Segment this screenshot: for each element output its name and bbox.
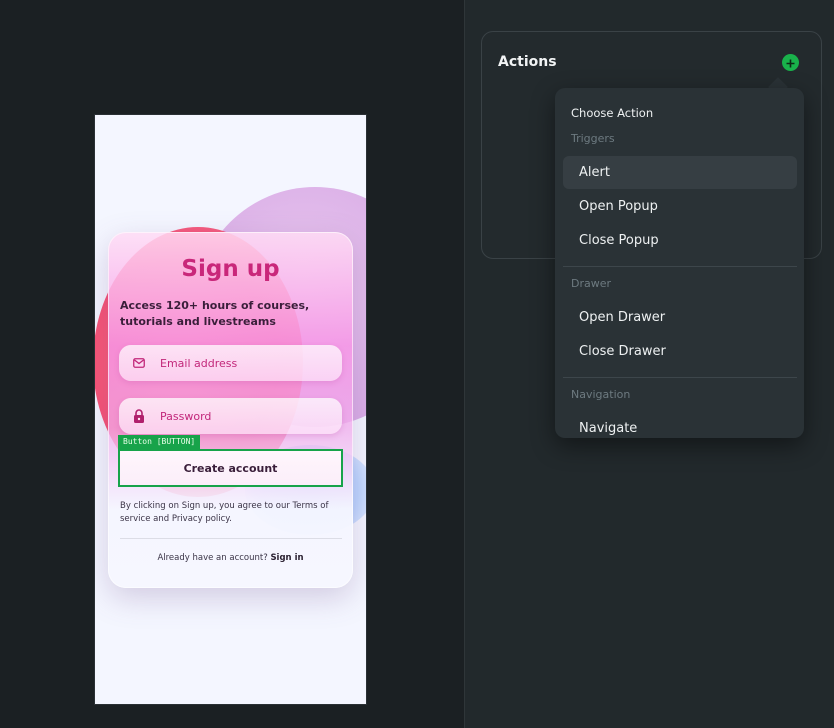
signin-link[interactable]: Sign in: [270, 553, 303, 563]
mail-icon: [132, 356, 146, 370]
card-divider: [120, 538, 342, 539]
menu-item-alert[interactable]: Alert: [563, 156, 797, 189]
create-account-button[interactable]: Create account: [118, 449, 343, 487]
menu-item-close-popup[interactable]: Close Popup: [563, 224, 797, 257]
signup-subtitle: Access 120+ hours of courses, tutorials …: [120, 299, 310, 328]
signup-title: Sign up: [181, 256, 280, 282]
lock-icon: [132, 409, 146, 423]
password-input[interactable]: [160, 409, 320, 423]
email-input[interactable]: [160, 356, 320, 370]
add-action-button[interactable]: [782, 54, 799, 71]
selection-tag: Button [BUTTON]: [118, 435, 201, 449]
legal-text: By clicking on Sign up, you agree to our…: [120, 501, 329, 524]
signin-prompt: Already have an account? Sign in: [108, 553, 353, 563]
group-label-navigation: Navigation: [571, 388, 631, 401]
menu-item-open-drawer[interactable]: Open Drawer: [563, 301, 797, 334]
dropdown-header: Choose Action: [571, 106, 654, 120]
phone-frame[interactable]: Sign up Access 120+ hours of courses, tu…: [94, 114, 367, 705]
group-label-triggers: Triggers: [571, 132, 615, 145]
password-field[interactable]: [119, 398, 342, 434]
menu-item-open-popup[interactable]: Open Popup: [563, 190, 797, 223]
choose-action-dropdown[interactable]: Choose Action Triggers Alert Open Popup …: [555, 88, 804, 438]
menu-item-close-drawer[interactable]: Close Drawer: [563, 335, 797, 368]
signup-card: Sign up Access 120+ hours of courses, tu…: [108, 232, 353, 588]
dropdown-separator: [563, 266, 797, 267]
actions-title: Actions: [498, 54, 557, 70]
email-field[interactable]: [119, 345, 342, 381]
dropdown-separator: [563, 377, 797, 378]
menu-item-navigate[interactable]: Navigate: [563, 412, 797, 438]
plus-icon: [786, 53, 795, 72]
design-canvas: Sign up Access 120+ hours of courses, tu…: [0, 0, 464, 728]
group-label-drawer: Drawer: [571, 277, 612, 290]
signin-prefix: Already have an account?: [157, 553, 268, 563]
